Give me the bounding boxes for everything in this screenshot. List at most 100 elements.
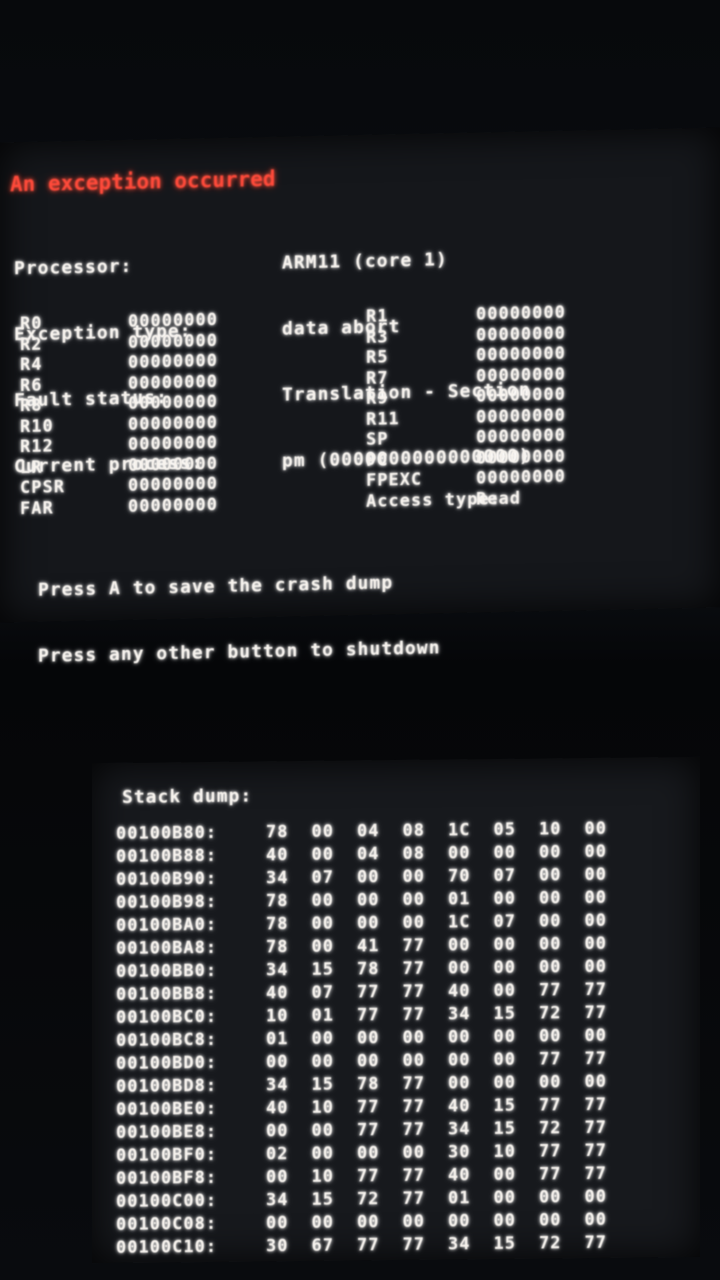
- stack-byte: 00: [448, 843, 471, 864]
- stack-byte: 40: [266, 983, 289, 1004]
- stack-byte: 00: [539, 934, 562, 955]
- stack-byte: 15: [493, 1233, 516, 1254]
- stack-address: 00100BC0:: [116, 1006, 218, 1028]
- stack-byte: 77: [402, 1073, 425, 1094]
- stack-byte: 00: [311, 936, 334, 957]
- stack-byte: 77: [584, 1232, 607, 1254]
- stack-byte: 07: [493, 911, 516, 932]
- stack-byte: 08: [402, 820, 425, 841]
- stack-byte: 78: [266, 914, 289, 935]
- stack-byte: 72: [539, 1118, 562, 1139]
- stack-byte: 77: [584, 1140, 607, 1162]
- stack-byte: 30: [266, 1236, 289, 1257]
- register-value: 00000000: [476, 323, 566, 346]
- register-name: LR: [20, 457, 43, 478]
- stack-byte: 00: [539, 911, 562, 932]
- stack-byte: 77: [402, 1165, 425, 1186]
- stack-byte: 78: [357, 1074, 380, 1095]
- register-name: FAR: [20, 497, 54, 519]
- register-value: 00000000: [476, 425, 566, 448]
- stack-address: 00100BD8:: [116, 1075, 218, 1097]
- stack-byte: 00: [493, 842, 516, 863]
- stack-byte: 00: [357, 913, 380, 934]
- register-name: R8: [20, 395, 43, 417]
- stack-byte: 00: [402, 1211, 425, 1232]
- stack-byte: 34: [266, 1190, 289, 1211]
- stack-dump-table: 00100B80: 78 00 04 08 1C 05 10 00 00100B88: 40 00 04…: [116, 818, 630, 1260]
- stack-byte: 77: [357, 1235, 380, 1256]
- register-name: R6: [20, 375, 43, 396]
- stack-byte: 00: [493, 888, 516, 909]
- stack-byte: 00: [311, 1143, 334, 1164]
- stack-byte: 40: [448, 1096, 471, 1117]
- register-name: R11: [366, 408, 400, 430]
- stack-byte: 00: [584, 841, 607, 863]
- stack-byte: 00: [402, 1050, 425, 1071]
- stack-byte: 77: [357, 1005, 380, 1026]
- stack-byte: 78: [266, 937, 289, 958]
- register-value: 00000000: [128, 330, 218, 353]
- register-value: Read: [476, 488, 521, 510]
- stack-byte: 00: [402, 866, 425, 887]
- register-value: 00000000: [476, 364, 566, 387]
- stack-byte: 00: [402, 1027, 425, 1048]
- registers-left-column: R0 00000000 R2 00000000 R4 00000000 R6 00000000…: [20, 310, 218, 519]
- stack-dump-title: Stack dump:: [122, 785, 253, 808]
- stack-byte: 00: [311, 1051, 334, 1072]
- stack-byte: 00: [402, 912, 425, 933]
- stack-byte: 77: [357, 1166, 380, 1187]
- register-name: R10: [20, 415, 54, 437]
- shutdown-hint: Press any other button to shutdown: [38, 637, 441, 667]
- stack-byte: 77: [357, 1120, 380, 1141]
- stack-byte: 77: [402, 958, 425, 979]
- register-row: Access type: Read: [366, 487, 566, 512]
- stack-address: 00100B90:: [116, 868, 218, 890]
- stack-byte: 05: [493, 819, 516, 840]
- info-value: ARM11 (core 1): [282, 249, 448, 274]
- stack-byte: 77: [402, 935, 425, 956]
- top-screen: An exception occurred Processor: ARM11 (…: [0, 127, 720, 667]
- stack-byte: 10: [311, 1166, 334, 1187]
- register-name: CPSR: [20, 477, 65, 499]
- stack-byte: 15: [311, 959, 334, 980]
- register-name: FPEXC: [366, 469, 423, 491]
- stack-address: 00100BE0:: [116, 1098, 218, 1120]
- stack-byte: 77: [584, 1117, 607, 1139]
- register-value: 00000000: [128, 391, 218, 414]
- register-name: PC: [366, 449, 389, 471]
- stack-byte: 77: [402, 981, 425, 1002]
- stack-byte: 41: [357, 936, 380, 957]
- stack-byte: 00: [539, 842, 562, 863]
- register-name: R4: [20, 354, 43, 376]
- register-value: 00000000: [128, 412, 218, 435]
- stack-byte: 07: [311, 982, 334, 1003]
- stack-byte: 77: [402, 1119, 425, 1140]
- stack-byte: 34: [266, 960, 289, 981]
- register-value: 00000000: [476, 405, 566, 428]
- stack-byte: 00: [357, 890, 380, 911]
- stack-byte: 00: [493, 1026, 516, 1047]
- stack-byte: 72: [539, 1233, 562, 1254]
- stack-byte: 70: [448, 866, 471, 887]
- register-value: 00000000: [128, 371, 218, 394]
- stack-address: 00100BB8:: [116, 983, 218, 1005]
- stack-row: 00100C10: 30 67 77 77 34 15 72 77: [116, 1232, 630, 1260]
- stack-byte: 07: [311, 867, 334, 888]
- stack-byte: 00: [357, 1143, 380, 1164]
- stack-byte: 00: [493, 1210, 516, 1231]
- bottom-screen: Stack dump: 00100B80: 78 00 04 08 1C 05 10 00 001…: [92, 756, 700, 1264]
- stack-byte: 15: [493, 1118, 516, 1139]
- stack-byte: 00: [493, 934, 516, 955]
- stack-byte: 00: [448, 935, 471, 956]
- stack-byte: 77: [402, 1004, 425, 1025]
- stack-byte: 78: [266, 891, 289, 912]
- stack-byte: 00: [539, 888, 562, 909]
- stack-byte: 1C: [448, 820, 471, 841]
- register-value: 00000000: [476, 343, 566, 366]
- stack-byte: 34: [448, 1234, 471, 1255]
- register-name: R5: [366, 347, 389, 368]
- stack-byte: 00: [584, 887, 607, 909]
- register-value: 00000000: [476, 302, 566, 325]
- register-value: 00000000: [128, 494, 218, 517]
- stack-byte: 15: [493, 1003, 516, 1024]
